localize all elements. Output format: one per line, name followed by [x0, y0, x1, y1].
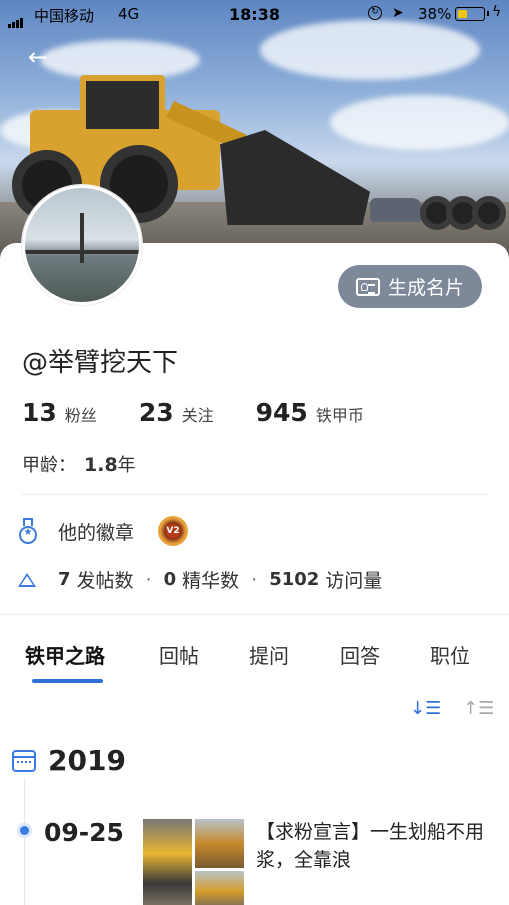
id-card-icon — [355, 277, 380, 296]
arrow-left-icon[interactable]: ← — [28, 44, 54, 70]
year-label: 2019 — [48, 744, 126, 777]
activity-stats: 7 发帖数 · 0 精华数 · 5102 访问量 — [18, 566, 382, 593]
orientation-lock-icon: ↻ — [368, 6, 382, 20]
posts-label: 发帖数 — [76, 570, 134, 592]
following-count: 23 — [138, 398, 174, 427]
separator-dot: · — [145, 568, 152, 591]
profile-tabs: 铁甲之路 回帖 提问 回答 职位 — [0, 640, 509, 684]
age-unit: 年 — [117, 455, 136, 476]
username: @举臂挖天下 — [22, 348, 179, 378]
tab-jobs[interactable]: 职位 — [430, 640, 470, 669]
tab-replies[interactable]: 回帖 — [159, 640, 199, 669]
followers-stat[interactable]: 13 粉丝 — [22, 398, 97, 427]
following-label: 关注 — [181, 406, 214, 425]
coins-count: 945 — [255, 398, 308, 427]
battery-icon — [455, 7, 489, 21]
divider — [22, 494, 487, 495]
sort-descending-icon[interactable]: ↓☰ — [410, 698, 441, 719]
visits-count: 5102 — [269, 569, 320, 590]
badges-row[interactable]: 他的徽章 V2 — [18, 516, 189, 546]
timeline-year: 2019 — [12, 744, 126, 777]
tab-iron-road[interactable]: 铁甲之路 — [25, 640, 105, 669]
featured-count: 0 — [163, 569, 177, 590]
post-thumbnail[interactable] — [195, 819, 244, 868]
tab-questions[interactable]: 提问 — [249, 640, 289, 669]
charging-icon: ϟ — [492, 4, 502, 20]
age-value: 1.8 — [84, 454, 118, 476]
post-thumbnail[interactable] — [143, 819, 192, 905]
separator-dot: · — [251, 568, 258, 591]
post-date: 09-25 — [44, 818, 124, 847]
post-thumbnail[interactable] — [195, 871, 244, 905]
featured-label: 精华数 — [182, 570, 240, 592]
age-label: 甲龄： — [22, 455, 76, 476]
avatar[interactable] — [22, 185, 142, 305]
followers-count: 13 — [22, 398, 57, 427]
triangle-icon — [18, 572, 36, 587]
timeline-line — [24, 778, 25, 905]
location-icon: ➤ — [392, 5, 404, 21]
coins-stat[interactable]: 945 铁甲币 — [256, 398, 364, 427]
sort-ascending-icon[interactable]: ↑☰ — [463, 698, 494, 719]
status-bar: 中国移动 4G 18:38 ↻ ➤ 38% ϟ — [0, 0, 509, 30]
timeline-dot — [20, 826, 29, 835]
calendar-icon — [12, 749, 36, 772]
coins-label: 铁甲币 — [315, 406, 364, 425]
followers-label: 粉丝 — [64, 406, 97, 425]
battery-percent: 38% — [418, 5, 452, 23]
post-title[interactable]: 【求粉宣言】一生划船不用浆，全靠浪 — [256, 818, 488, 874]
active-tab-indicator — [32, 679, 103, 683]
divider — [0, 614, 509, 615]
level-badge[interactable]: V2 — [158, 516, 189, 546]
medal-icon — [18, 518, 38, 544]
posts-count: 7 — [58, 569, 71, 590]
generate-card-label: 生成名片 — [387, 277, 464, 299]
visits-label: 访问量 — [325, 570, 383, 592]
generate-card-button[interactable]: 生成名片 — [338, 265, 482, 308]
profile-stats: 13 粉丝 23 关注 945 铁甲币 — [22, 398, 406, 427]
tab-answers[interactable]: 回答 — [340, 640, 380, 669]
following-stat[interactable]: 23 关注 — [139, 398, 214, 427]
badges-label: 他的徽章 — [58, 521, 135, 544]
member-age: 甲龄： 1.8 年 — [22, 451, 136, 477]
